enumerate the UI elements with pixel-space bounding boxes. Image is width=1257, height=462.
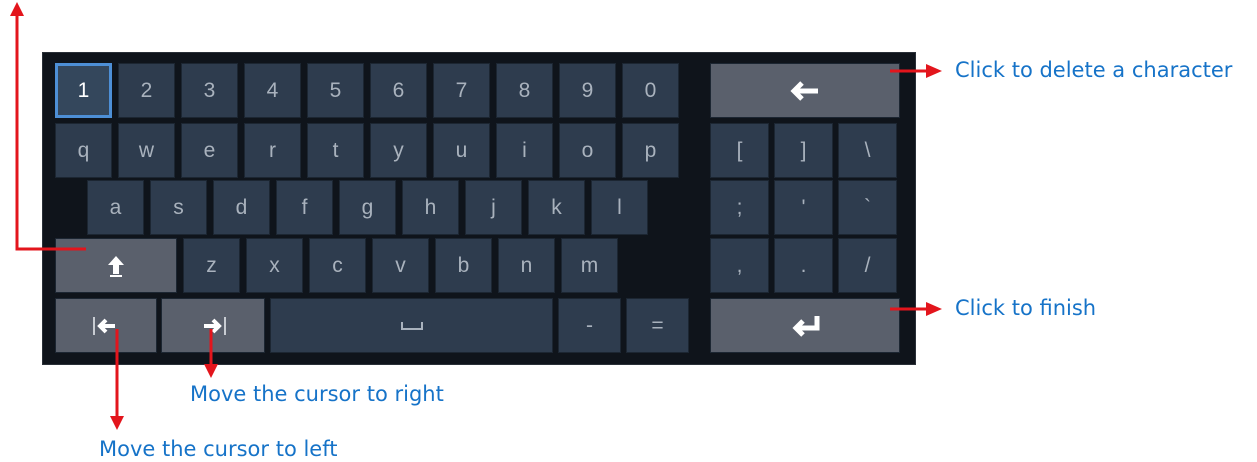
shift-annotation-arrow [15,14,86,251]
delete-arrow-head [926,64,942,78]
finish-arrow-head [926,302,942,316]
cursor-left-annotation: Move the cursor to left [99,437,338,461]
shift-arrow-head [10,2,24,16]
cursor-right-annotation: Move the cursor to right [190,382,444,406]
delete-annotation: Click to delete a character [955,58,1233,82]
finish-annotation: Click to finish [955,296,1097,320]
cursor-left-arrow-head [110,416,124,430]
cursor-right-arrow-head [204,364,218,378]
